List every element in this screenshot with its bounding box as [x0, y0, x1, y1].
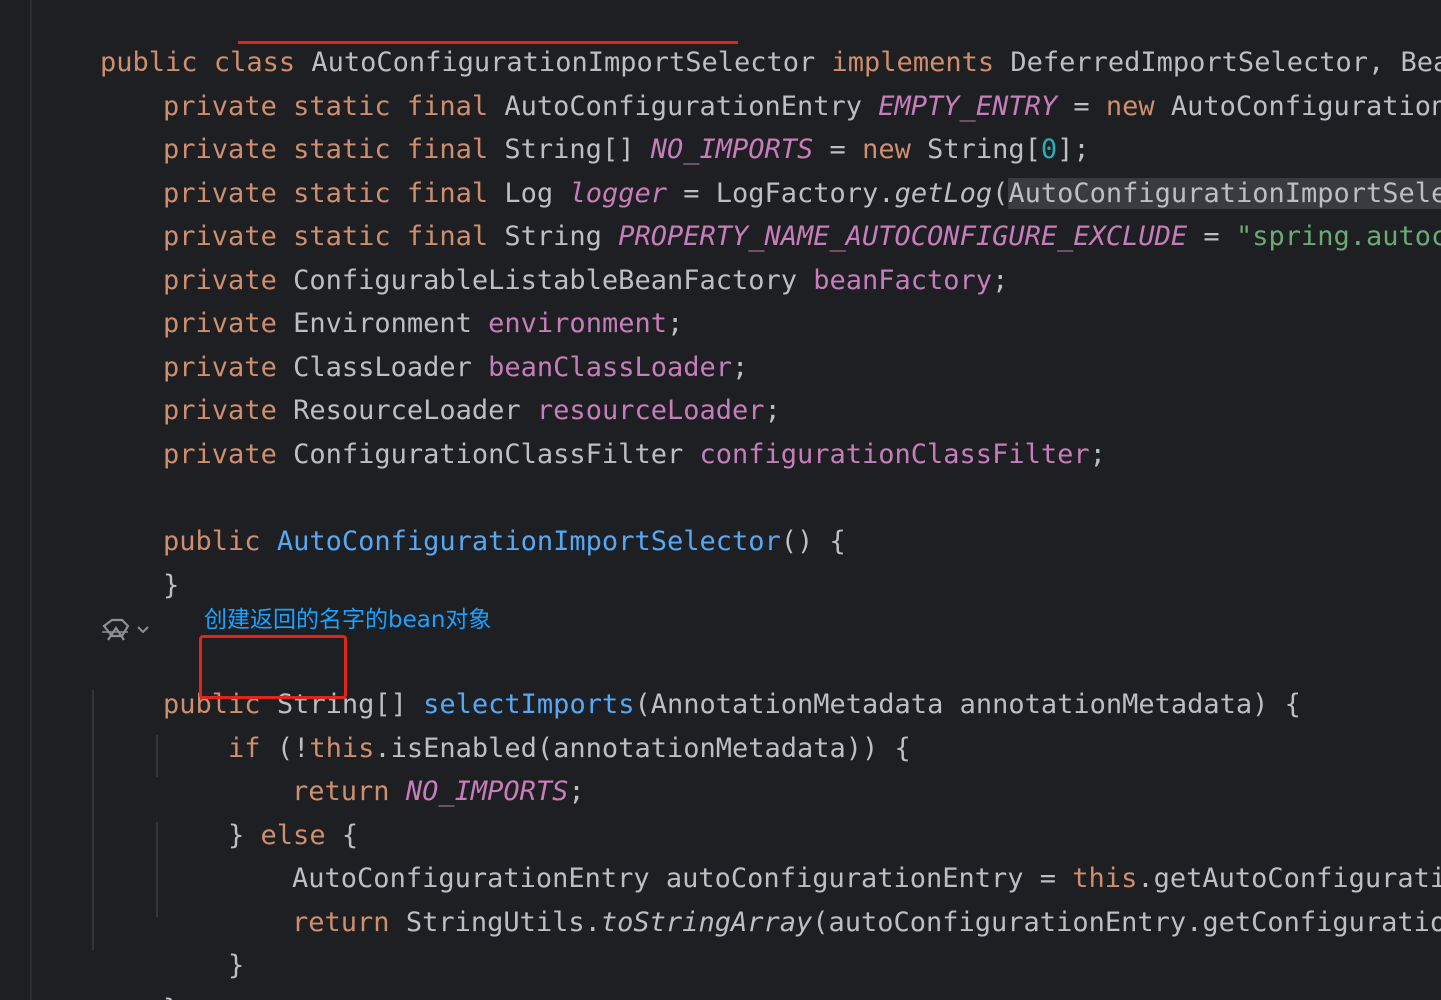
- indent-guide: [156, 822, 158, 917]
- punctuation: ;: [1089, 439, 1106, 470]
- string-literal: "spring.autoconfig: [1235, 221, 1441, 252]
- code-line[interactable]: return NO_IMPORTS;: [227, 741, 585, 807]
- code-line[interactable]: private Environment environment;: [98, 273, 683, 339]
- implementation-marker-icon[interactable]: [98, 614, 154, 648]
- code-line[interactable]: private ClassLoader beanClassLoader;: [98, 317, 748, 383]
- code-line-constructor[interactable]: public AutoConfigurationImportSelector()…: [98, 491, 846, 557]
- code-line[interactable]: private ConfigurableListableBeanFactory …: [98, 230, 1008, 296]
- closing-brace: }: [163, 994, 179, 1000]
- code-line[interactable]: AutoConfigurationEntry autoConfiguration…: [227, 828, 1441, 894]
- keyword: public: [163, 526, 277, 557]
- code-line[interactable]: private ResourceLoader resourceLoader;: [98, 360, 781, 426]
- code-editor[interactable]: public class AutoConfigurationImportSele…: [0, 0, 1441, 1000]
- constructor-name: AutoConfigurationImportSelector: [276, 526, 781, 557]
- static-method: toStringArray: [600, 907, 813, 938]
- operator: =: [1187, 221, 1236, 252]
- static-field: NO_IMPORTS: [405, 776, 569, 807]
- code-line[interactable]: }: [98, 535, 179, 601]
- field: configurationClassFilter: [699, 439, 1090, 470]
- keyword: private: [163, 439, 294, 470]
- code-line[interactable]: private static final String[] NO_IMPORTS…: [98, 99, 1090, 165]
- code-line[interactable]: if (!this.isEnabled(annotationMetadata))…: [163, 698, 911, 764]
- punctuation: () {: [780, 526, 846, 557]
- type: AutoConfigurationEntry: [1170, 91, 1441, 122]
- return-type-highlight-box: [199, 635, 347, 699]
- class-name-underline: [238, 41, 738, 44]
- punctuation: ;: [568, 776, 585, 807]
- type: ConfigurationClassFilter: [293, 439, 700, 470]
- keyword: new: [1105, 91, 1171, 122]
- class-reference: StringUtils.: [405, 907, 601, 938]
- indent-guide: [92, 690, 94, 950]
- field: beanFactory: [813, 265, 993, 296]
- keyword: return: [292, 907, 406, 938]
- punctuation: ;: [992, 265, 1009, 296]
- chevron-down-icon: [137, 626, 149, 634]
- gutter-marker-svg: [102, 618, 149, 641]
- code-line[interactable]: private static final Log logger = LogFac…: [98, 143, 1441, 209]
- code-line[interactable]: return StringUtils.toStringArray(autoCon…: [227, 872, 1441, 938]
- code-line[interactable]: } else {: [163, 785, 358, 851]
- code-line[interactable]: private static final AutoConfigurationEn…: [98, 56, 1441, 122]
- annotation-label: 创建返回的名字的bean对象: [204, 607, 492, 633]
- gutter-separator: [30, 0, 32, 1000]
- indent-guide: [156, 735, 158, 777]
- code-line[interactable]: }: [98, 959, 179, 1000]
- code-line[interactable]: private ConfigurationClassFilter configu…: [98, 404, 1106, 470]
- closing-brace: }: [228, 950, 245, 981]
- expression: (autoConfigurationEntry.getConfiguration…: [812, 907, 1441, 938]
- code-line[interactable]: private static final String PROPERTY_NAM…: [98, 186, 1441, 252]
- code-line[interactable]: }: [163, 915, 244, 981]
- closing-brace: }: [163, 570, 180, 601]
